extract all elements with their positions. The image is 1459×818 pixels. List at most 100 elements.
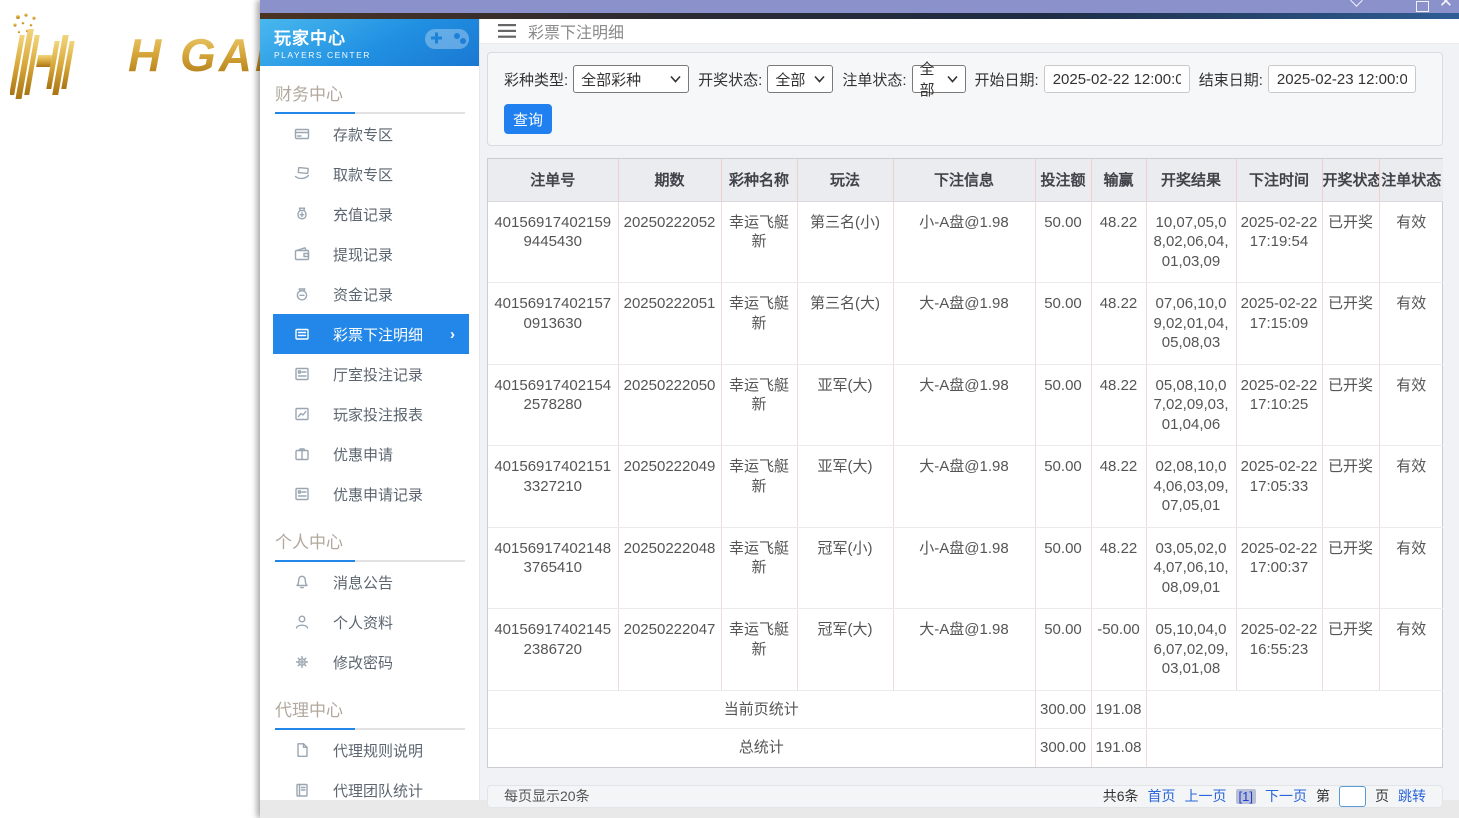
bets-table-panel: 注单号 期数 彩种名称 玩法 下注信息 投注额 输赢 开奖结果 下注时间 开奖状… — [487, 158, 1443, 768]
sidebar-item-funds-records[interactable]: 资金记录 — [273, 274, 469, 314]
cell-win-loss: 48.22 — [1091, 282, 1147, 365]
cell-period: 20250222052 — [618, 201, 722, 283]
lottery-type-value: 全部彩种 — [581, 71, 642, 89]
cell-draw-status: 已开奖 — [1322, 364, 1380, 446]
sidebar-item-promo-apply[interactable]: 优惠申请 — [273, 434, 469, 474]
sidebar-item-agent-rules[interactable]: 代理规则说明 — [273, 730, 469, 770]
cell-order-status: 有效 — [1379, 282, 1443, 365]
sidebar-item-player-bet-report[interactable]: 玩家投注报表 — [273, 394, 469, 434]
cell-draw-result: 03,05,02,04,07,06,10,08,09,01 — [1146, 527, 1237, 609]
section-finance-center: 财务中心 — [275, 85, 343, 104]
sidebar-item-label: 消息公告 — [333, 574, 394, 592]
prev-page-link[interactable]: 上一页 — [1185, 786, 1227, 806]
current-page-summary-row: 当前页统计 300.00 191.08 — [488, 690, 1443, 729]
hh-logo-emblem-icon — [10, 11, 122, 99]
table-row: 401569174021570913630 20250222051 幸运飞艇新 … — [488, 282, 1443, 365]
document-icon — [293, 742, 311, 758]
query-button[interactable]: 查询 — [504, 104, 552, 134]
sidebar-item-promo-apply-records[interactable]: 优惠申请记录 — [273, 474, 469, 514]
next-page-link[interactable]: 下一页 — [1265, 786, 1307, 806]
main-topbar: 彩票下注明细 — [480, 19, 1459, 44]
sidebar-item-hall-bet-records[interactable]: 厅室投注记录 — [273, 354, 469, 394]
summary-label: 当前页统计 — [488, 690, 1036, 729]
cell-bet-time: 2025-02-22 17:10:25 — [1236, 364, 1323, 446]
col-bet-info: 下注信息 — [893, 159, 1036, 202]
order-status-select[interactable]: 全部 — [911, 61, 966, 99]
sidebar-item-withdraw-records[interactable]: 提现记录 — [273, 234, 469, 274]
col-period: 期数 — [618, 159, 722, 202]
cell-draw-result: 02,08,10,04,06,03,09,07,05,01 — [1146, 445, 1237, 528]
cell-bet-info: 大-A盘@1.98 — [893, 608, 1036, 691]
cell-win-loss: -50.00 — [1091, 608, 1147, 691]
hamburger-menu-icon[interactable] — [498, 24, 516, 38]
gear-icon — [293, 654, 311, 670]
draw-status-value: 全部 — [775, 71, 806, 89]
cell-bet-amount: 50.00 — [1035, 282, 1092, 365]
cell-draw-status: 已开奖 — [1322, 608, 1380, 691]
table-row: 401569174021513327210 20250222049 幸运飞艇新 … — [488, 445, 1443, 528]
cell-draw-result: 07,06,10,09,02,01,04,05,08,03 — [1146, 282, 1237, 365]
filter-panel: 彩种类型: 全部彩种 开奖状态: 全部 注单状态: 全部 开始日期: 2025-… — [487, 52, 1443, 146]
table-row: 401569174021542578280 20250222050 幸运飞艇新 … — [488, 364, 1443, 446]
cell-win-loss: 48.22 — [1091, 201, 1147, 283]
summary-empty — [1146, 729, 1443, 767]
table-row: 401569174021599445430 20250222052 幸运飞艇新 … — [488, 201, 1443, 283]
col-draw-result: 开奖结果 — [1146, 159, 1237, 202]
total-count-text: 共6条 — [1102, 788, 1139, 804]
sidebar-item-label: 充值记录 — [333, 206, 394, 224]
cell-bet-amount: 50.00 — [1035, 608, 1092, 691]
table-row: 401569174021452386720 20250222047 幸运飞艇新 … — [488, 608, 1443, 691]
col-bet-time: 下注时间 — [1236, 159, 1323, 202]
ledger-icon — [293, 782, 311, 798]
jump-button[interactable]: 跳转 — [1398, 786, 1426, 806]
sidebar-item-announcements[interactable]: 消息公告 — [273, 562, 469, 602]
sidebar-item-label: 修改密码 — [333, 654, 394, 672]
chevron-down-icon[interactable] — [1350, 0, 1363, 7]
sidebar-item-label: 提现记录 — [333, 246, 394, 264]
maximize-icon[interactable] — [1416, 1, 1429, 12]
order-status-label: 注单状态: — [842, 71, 907, 89]
sidebar-header: 玩家中心 PLAYERS CENTER — [260, 19, 479, 66]
close-icon[interactable]: ✕ — [1439, 0, 1453, 10]
main-area: 彩票下注明细 彩种类型: 全部彩种 开奖状态: 全部 注单状态: 全部 开始日期… — [480, 19, 1459, 808]
cell-bet-time: 2025-02-22 17:05:33 — [1236, 445, 1323, 528]
cell-order-status: 有效 — [1379, 608, 1443, 691]
cell-bet-info: 大-A盘@1.98 — [893, 364, 1036, 446]
sidebar-item-lottery-bet-details[interactable]: 彩票下注明细 › — [273, 314, 469, 354]
sidebar-item-label: 优惠申请 — [333, 446, 394, 464]
moneybag-icon — [293, 206, 311, 222]
cell-play-type: 冠军(小) — [797, 527, 894, 609]
cell-bet-amount: 50.00 — [1035, 201, 1092, 283]
cell-order-status: 有效 — [1379, 527, 1443, 609]
first-page-link[interactable]: 首页 — [1148, 786, 1176, 806]
sidebar-item-label: 个人资料 — [333, 614, 394, 632]
sidebar-item-recharge-records[interactable]: 充值记录 — [273, 194, 469, 234]
col-lottery-name: 彩种名称 — [721, 159, 798, 202]
cell-play-type: 第三名(小) — [797, 201, 894, 283]
wallet-icon — [293, 246, 311, 262]
sidebar-item-withdraw-zone[interactable]: 取款专区 — [273, 154, 469, 194]
lottery-type-label: 彩种类型: — [504, 71, 569, 89]
cell-draw-result: 05,08,10,07,02,09,03,01,04,06 — [1146, 364, 1237, 446]
sidebar-item-profile[interactable]: 个人资料 — [273, 602, 469, 642]
end-date-input[interactable] — [1267, 65, 1416, 93]
sidebar-item-agent-team-stats[interactable]: 代理团队统计 — [273, 770, 469, 800]
draw-status-select[interactable]: 全部 — [767, 65, 834, 93]
deposit-card-icon — [293, 126, 311, 142]
sidebar-item-label: 玩家投注报表 — [333, 406, 424, 424]
section-personal-center: 个人中心 — [275, 533, 343, 552]
summary-win-total: 191.08 — [1091, 690, 1147, 729]
gamepad-icon — [423, 21, 471, 60]
bets-table: 注单号 期数 彩种名称 玩法 下注信息 投注额 输赢 开奖结果 下注时间 开奖状… — [488, 159, 1443, 767]
sidebar-item-change-password[interactable]: 修改密码 — [273, 642, 469, 682]
cell-order-status: 有效 — [1379, 201, 1443, 283]
start-date-input[interactable] — [1043, 65, 1190, 93]
list-icon — [293, 366, 311, 382]
sidebar-item-deposit-zone[interactable]: 存款专区 — [273, 114, 469, 154]
cell-lottery-name: 幸运飞艇新 — [721, 527, 798, 609]
lottery-type-select[interactable]: 全部彩种 — [573, 65, 690, 93]
cell-bet-time: 2025-02-22 17:15:09 — [1236, 282, 1323, 365]
page-jump-input[interactable] — [1339, 785, 1366, 807]
bet-detail-icon — [293, 326, 311, 342]
col-draw-status: 开奖状态 — [1322, 159, 1380, 202]
